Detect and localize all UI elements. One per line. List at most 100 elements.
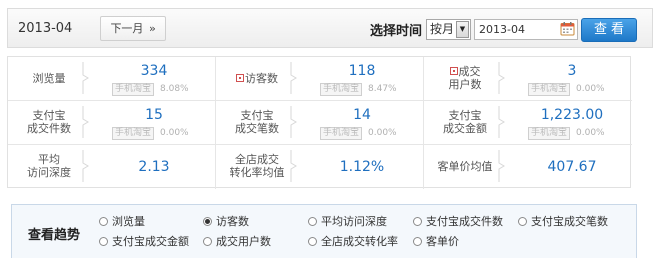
mobile-taobao-badge: 手机淘宝: [112, 127, 155, 140]
trend-option[interactable]: 支付宝成交件数: [413, 213, 503, 229]
period-type-value: 按月: [430, 22, 455, 36]
stat-value: 334: [140, 63, 168, 79]
mobile-taobao-badge: 手机淘宝: [112, 83, 155, 96]
stat-percent: 0.00%: [368, 128, 397, 138]
stat-value: 118: [348, 63, 376, 79]
stat-value: 2.13: [138, 159, 170, 175]
search-button[interactable]: 查看: [581, 18, 637, 42]
next-month-button[interactable]: 下一月 »: [100, 16, 166, 41]
stat-cell-alipay-amount: 支付宝 成交金额 1,223.00 手机淘宝 0.00%: [424, 101, 632, 145]
stat-cell-avg-depth: 平均 访问深度 2.13: [8, 145, 216, 189]
indicator-icon: [236, 74, 244, 82]
stat-value: 14: [353, 107, 371, 123]
stat-label-line1: 支付宝: [240, 109, 274, 122]
trend-panel: 查看趋势 浏览量 访客数 平均访问深度 支付宝成交件数 支付宝成交笔数 支付宝成…: [11, 204, 637, 258]
stat-value: 1,223.00: [540, 107, 604, 123]
radio-icon[interactable]: [308, 237, 317, 246]
stat-label-line1: 全店成交: [235, 153, 279, 166]
mobile-taobao-badge: 手机淘宝: [320, 83, 363, 96]
select-time-label: 选择时间: [370, 24, 423, 39]
radio-icon[interactable]: [308, 217, 317, 226]
current-period-label: 2013-04: [18, 21, 73, 36]
bracket-divider-icon: [498, 150, 505, 182]
stat-label: 访客数: [245, 72, 278, 85]
stat-label: 客单价均值: [437, 160, 493, 173]
radio-icon[interactable]: [413, 217, 422, 226]
trend-option[interactable]: 访客数: [203, 213, 249, 229]
bracket-divider-icon: [290, 62, 297, 94]
period-toolbar: 2013-04 下一月 » 选择时间 按月 ▼ 2013-04 查看: [7, 8, 653, 48]
indicator-icon: [449, 67, 458, 75]
stat-percent: 0.00%: [576, 84, 605, 94]
stat-label-wrap: 成交 用户数: [430, 65, 500, 91]
stat-cell-alipay-items: 支付宝 成交件数 15 手机淘宝 0.00%: [8, 101, 216, 145]
stat-label-wrap: 支付宝 成交件数: [14, 109, 84, 135]
stat-label-wrap: 支付宝 成交笔数: [222, 109, 292, 135]
radio-icon[interactable]: [99, 237, 108, 246]
stat-percent: 0.00%: [576, 128, 605, 138]
stat-label-line2: 成交笔数: [235, 122, 279, 135]
trend-option-label: 平均访问深度: [321, 215, 387, 228]
stat-percent: 8.47%: [368, 84, 397, 94]
mobile-taobao-badge: 手机淘宝: [528, 127, 571, 140]
stat-cell-conv-rate: 全店成交 转化率均值 1.12%: [216, 145, 424, 189]
trend-option-label: 浏览量: [112, 215, 145, 228]
trend-option[interactable]: 支付宝成交金额: [99, 233, 189, 249]
stat-label-line2: 成交件数: [27, 122, 71, 135]
period-type-select[interactable]: 按月 ▼: [426, 19, 471, 40]
radio-icon[interactable]: [99, 217, 108, 226]
stat-label-line2: 访问深度: [27, 166, 71, 179]
trend-option[interactable]: 全店成交转化率: [308, 233, 398, 249]
stat-percent: 8.08%: [160, 84, 189, 94]
trend-option-label: 客单价: [426, 235, 459, 248]
stat-label: 浏览量: [32, 72, 66, 85]
stat-label-wrap: 全店成交 转化率均值: [222, 153, 292, 179]
trend-option-label: 支付宝成交笔数: [531, 215, 608, 228]
stat-label-wrap: 平均 访问深度: [14, 153, 84, 179]
bracket-divider-icon: [498, 62, 505, 94]
radio-selected-icon[interactable]: [203, 217, 212, 226]
stat-value: 3: [567, 63, 577, 79]
double-chevron-right-icon: »: [148, 22, 156, 35]
bracket-divider-icon: [82, 150, 89, 182]
bracket-divider-icon: [290, 106, 297, 138]
stat-percent: 0.00%: [160, 128, 189, 138]
stat-label-line1: 平均: [38, 153, 60, 166]
stat-cell-alipay-orders: 支付宝 成交笔数 14 手机淘宝 0.00%: [216, 101, 424, 145]
stat-label-line1: 支付宝: [32, 109, 66, 122]
trend-option[interactable]: 浏览量: [99, 213, 145, 229]
trend-option[interactable]: 支付宝成交笔数: [518, 213, 608, 229]
trend-option-label: 访客数: [216, 215, 249, 228]
date-input-value: 2013-04: [479, 23, 525, 36]
stat-cell-buyers: 成交 用户数 3 手机淘宝 0.00%: [424, 57, 632, 101]
dropdown-arrow-icon[interactable]: ▼: [456, 21, 469, 38]
radio-icon[interactable]: [203, 237, 212, 246]
trend-option[interactable]: 成交用户数: [203, 233, 271, 249]
stat-value: 407.67: [547, 159, 597, 175]
stat-label-wrap: 支付宝 成交金额: [430, 109, 500, 135]
bracket-divider-icon: [82, 62, 89, 94]
stat-value: 15: [145, 107, 163, 123]
next-month-label: 下一月: [110, 22, 144, 35]
stat-cell-avg-price: 客单价均值 407.67: [424, 145, 632, 189]
mobile-taobao-badge: 手机淘宝: [320, 127, 363, 140]
trend-option-label: 全店成交转化率: [321, 235, 398, 248]
mobile-taobao-badge: 手机淘宝: [528, 83, 571, 96]
trend-option[interactable]: 平均访问深度: [308, 213, 387, 229]
radio-icon[interactable]: [413, 237, 422, 246]
trend-option-label: 支付宝成交件数: [426, 215, 503, 228]
radio-icon[interactable]: [518, 217, 527, 226]
stat-value: 1.12%: [339, 159, 385, 175]
bracket-divider-icon: [290, 150, 297, 182]
calendar-icon[interactable]: [560, 21, 575, 36]
stat-label-line2: 成交金额: [443, 122, 487, 135]
stats-grid: 浏览量 334 手机淘宝 8.08% 访客数 118 手机淘宝 8.47% 成交…: [7, 56, 632, 189]
stat-cell-pv: 浏览量 334 手机淘宝 8.08%: [8, 57, 216, 101]
stat-label-line2: 用户数: [448, 78, 482, 91]
stat-label-line1: 支付宝: [448, 109, 482, 122]
stat-cell-uv: 访客数 118 手机淘宝 8.47%: [216, 57, 424, 101]
trend-option[interactable]: 客单价: [413, 233, 459, 249]
trend-title: 查看趋势: [28, 228, 81, 243]
stat-label-wrap: 访客数: [222, 72, 292, 85]
bracket-divider-icon: [82, 106, 89, 138]
